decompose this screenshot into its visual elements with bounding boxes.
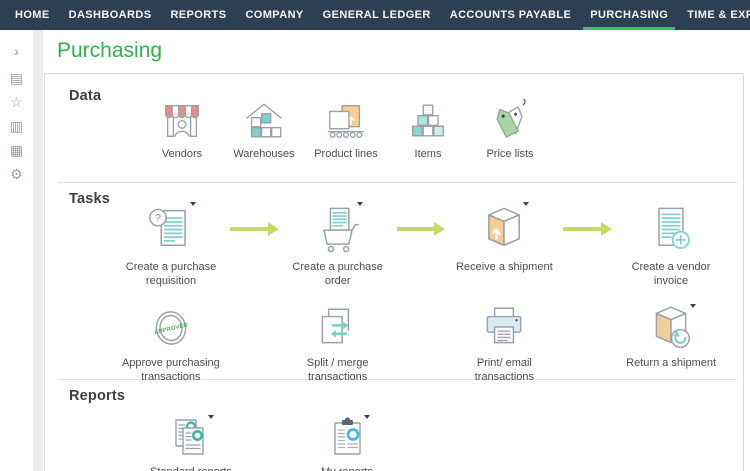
data-item-price-lists[interactable]: Price lists: [469, 98, 551, 161]
task-label: Receive a shipment: [448, 260, 560, 274]
section-heading-data: Data: [69, 88, 101, 104]
data-items-row: Vendors: [45, 74, 743, 161]
nav-item-accounts-payable[interactable]: ACCOUNTS PAYABLE: [443, 0, 579, 30]
page-body: › ▤ ☆ ▥ ▦ ⚙ Purchasing Data: [0, 30, 750, 471]
report-label: My reports: [287, 465, 407, 471]
task-print-email-transactions[interactable]: Print/ email transactions: [449, 303, 561, 385]
section-data: Data: [45, 74, 743, 182]
data-item-vendors[interactable]: Vendors: [141, 98, 223, 161]
task-label: Create a purchase order: [282, 260, 394, 289]
printer-icon: [478, 303, 530, 353]
data-item-label: Warehouses: [223, 147, 305, 161]
cubes-icon: [405, 98, 451, 144]
dropdown-caret-icon[interactable]: [364, 415, 370, 419]
report-item-standard-reports[interactable]: Standard reports: [131, 414, 251, 471]
price-tags-icon: [487, 98, 533, 144]
flow-arrow-icon: [397, 201, 446, 257]
tasks-flow-row: ? Create a purchase requisition: [45, 183, 743, 289]
nav-item-reports[interactable]: REPORTS: [163, 0, 233, 30]
task-create-vendor-invoice[interactable]: Create a vendor invoice: [615, 201, 727, 289]
flow-arrow-icon: [563, 201, 612, 257]
task-create-purchase-order[interactable]: Create a purchase order: [282, 201, 394, 289]
page-title: Purchasing: [57, 39, 750, 63]
my-reports-clipboard-icon: [323, 414, 371, 462]
approved-stamp-icon: APPROVED: [145, 303, 197, 353]
purchase-requisition-icon: ?: [145, 201, 197, 257]
report-label: Standard reports: [131, 465, 251, 471]
purchasing-card: Data: [44, 73, 744, 471]
card-list-icon[interactable]: ▤: [0, 66, 33, 90]
data-item-items[interactable]: Items: [387, 98, 469, 161]
shopping-cart-order-icon: [312, 201, 364, 257]
section-heading-reports: Reports: [69, 388, 125, 404]
flow-arrow-icon: [230, 201, 279, 257]
task-label: Return a shipment: [615, 356, 727, 370]
nav-item-time-expenses[interactable]: TIME & EXPENSES: [680, 0, 750, 30]
split-merge-icon: [312, 303, 364, 353]
tasks-second-row: APPROVED Approve purchasing transactions: [45, 289, 743, 385]
nav-item-home[interactable]: HOME: [8, 0, 57, 30]
data-item-product-lines[interactable]: Product lines: [305, 98, 387, 161]
warehouse-icon: [241, 98, 287, 144]
standard-reports-icon: [167, 414, 215, 462]
task-split-merge-transactions[interactable]: Split / merge transactions: [282, 303, 394, 385]
svg-text:?: ?: [155, 213, 161, 225]
storefront-icon: [159, 98, 205, 144]
dropdown-caret-icon[interactable]: [357, 202, 363, 206]
dropdown-caret-icon[interactable]: [523, 202, 529, 206]
settings-gear-icon[interactable]: ⚙: [0, 162, 33, 186]
task-receive-shipment[interactable]: Receive a shipment: [448, 201, 560, 289]
vendor-invoice-icon: [645, 201, 697, 257]
section-reports: Reports: [45, 380, 743, 471]
left-icon-rail: › ▤ ☆ ▥ ▦ ⚙: [0, 30, 33, 471]
task-label: Create a purchase requisition: [115, 260, 227, 289]
data-item-label: Price lists: [469, 147, 551, 161]
document-icon[interactable]: ▥: [0, 114, 33, 138]
nav-item-dashboards[interactable]: DASHBOARDS: [62, 0, 159, 30]
dropdown-caret-icon[interactable]: [190, 202, 196, 206]
dropdown-caret-icon[interactable]: [690, 304, 696, 308]
data-item-label: Vendors: [141, 147, 223, 161]
return-shipment-icon: [645, 303, 697, 353]
section-tasks: Tasks ?: [45, 183, 743, 379]
data-item-label: Items: [387, 147, 469, 161]
task-create-purchase-requisition[interactable]: ? Create a purchase requisition: [115, 201, 227, 289]
ledger-icon[interactable]: ▦: [0, 138, 33, 162]
dropdown-caret-icon[interactable]: [208, 415, 214, 419]
task-return-shipment[interactable]: Return a shipment: [615, 303, 727, 385]
expand-chevron-icon[interactable]: ›: [0, 38, 33, 66]
app-window: HOME DASHBOARDS REPORTS COMPANY GENERAL …: [0, 0, 750, 471]
sidebar-gutter: [33, 30, 43, 471]
report-item-my-reports[interactable]: My reports: [287, 414, 407, 471]
data-item-warehouses[interactable]: Warehouses: [223, 98, 305, 161]
conveyor-boxes-icon: [323, 98, 369, 144]
reports-row: Standard reports: [45, 380, 743, 471]
section-heading-tasks: Tasks: [69, 191, 110, 207]
data-item-label: Product lines: [305, 147, 387, 161]
nav-item-general-ledger[interactable]: GENERAL LEDGER: [316, 0, 438, 30]
shipment-box-icon: [478, 201, 530, 257]
top-nav: HOME DASHBOARDS REPORTS COMPANY GENERAL …: [0, 0, 750, 30]
favorites-star-icon[interactable]: ☆: [0, 90, 33, 114]
nav-item-company[interactable]: COMPANY: [238, 0, 310, 30]
nav-item-purchasing[interactable]: PURCHASING: [583, 0, 675, 30]
task-label: Create a vendor invoice: [615, 260, 727, 289]
task-approve-purchasing-transactions[interactable]: APPROVED Approve purchasing transactions: [115, 303, 227, 385]
main-content: Purchasing Data: [43, 30, 750, 471]
